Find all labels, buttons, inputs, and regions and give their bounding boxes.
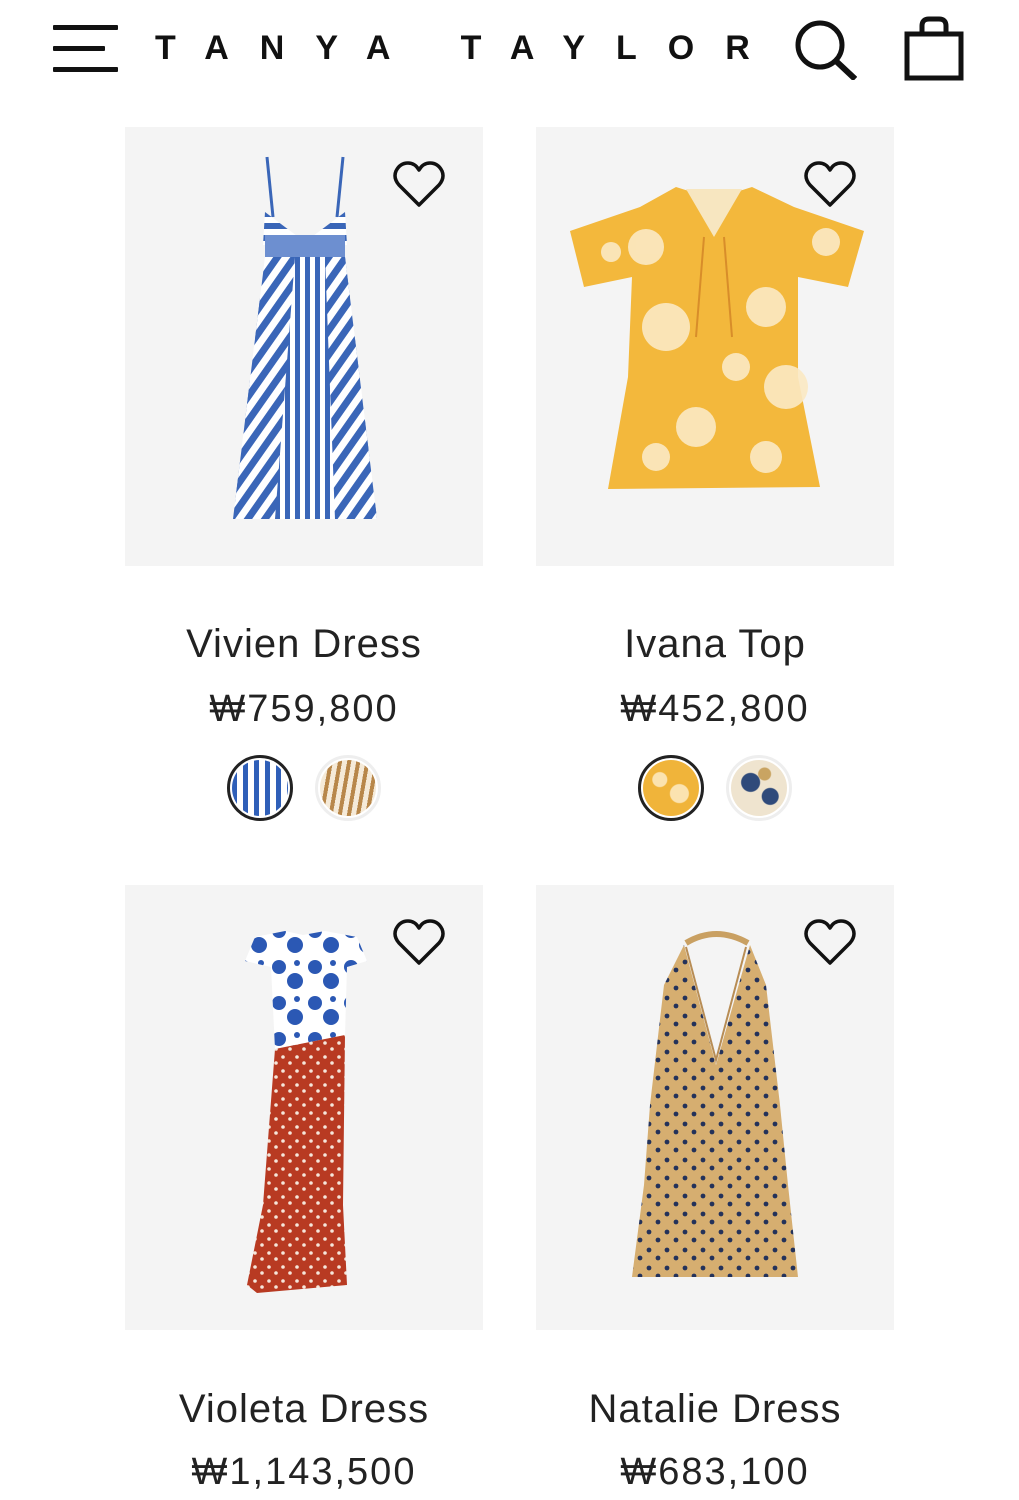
menu-line <box>53 25 118 30</box>
swatch-yellow-floral[interactable] <box>638 755 704 821</box>
product-card-ivana-top: Ivana Top ₩452,800 <box>536 127 894 821</box>
wishlist-heart-icon[interactable] <box>803 159 857 209</box>
wishlist-heart-icon[interactable] <box>392 159 446 209</box>
product-image[interactable] <box>536 885 894 1330</box>
shopping-bag-icon[interactable] <box>902 14 966 82</box>
product-name[interactable]: Ivana Top <box>496 622 934 667</box>
product-name[interactable]: Vivien Dress <box>85 622 523 667</box>
color-swatches <box>536 755 894 827</box>
swatch-blue-white-stripe[interactable] <box>227 755 293 821</box>
menu-line <box>53 46 105 51</box>
product-price: ₩1,143,500 <box>191 1451 417 1493</box>
product-image[interactable] <box>125 127 483 566</box>
wishlist-heart-icon[interactable] <box>392 917 446 967</box>
product-card-vivien-dress: Vivien Dress ₩759,800 <box>125 127 483 821</box>
product-name[interactable]: Violeta Dress <box>85 1387 523 1432</box>
color-swatches <box>125 755 483 827</box>
site-header: TANYA TAYLOR <box>0 0 1019 100</box>
product-image[interactable] <box>125 885 483 1330</box>
hamburger-menu-icon[interactable] <box>53 25 118 73</box>
search-icon[interactable] <box>793 18 858 82</box>
swatch-tan-white-stripe[interactable] <box>315 755 381 821</box>
product-name[interactable]: Natalie Dress <box>496 1387 934 1432</box>
product-card-violeta-dress: Violeta Dress ₩1,143,500 <box>125 885 483 1493</box>
brand-logo[interactable]: TANYA TAYLOR <box>155 28 770 68</box>
product-price: ₩683,100 <box>620 1451 810 1493</box>
product-image[interactable] <box>536 127 894 566</box>
product-card-natalie-dress: Natalie Dress ₩683,100 <box>536 885 894 1493</box>
swatch-navy-cream-floral[interactable] <box>726 755 792 821</box>
wishlist-heart-icon[interactable] <box>803 917 857 967</box>
menu-line <box>53 67 118 72</box>
product-price: ₩452,800 <box>620 688 810 730</box>
product-price: ₩759,800 <box>209 688 399 730</box>
